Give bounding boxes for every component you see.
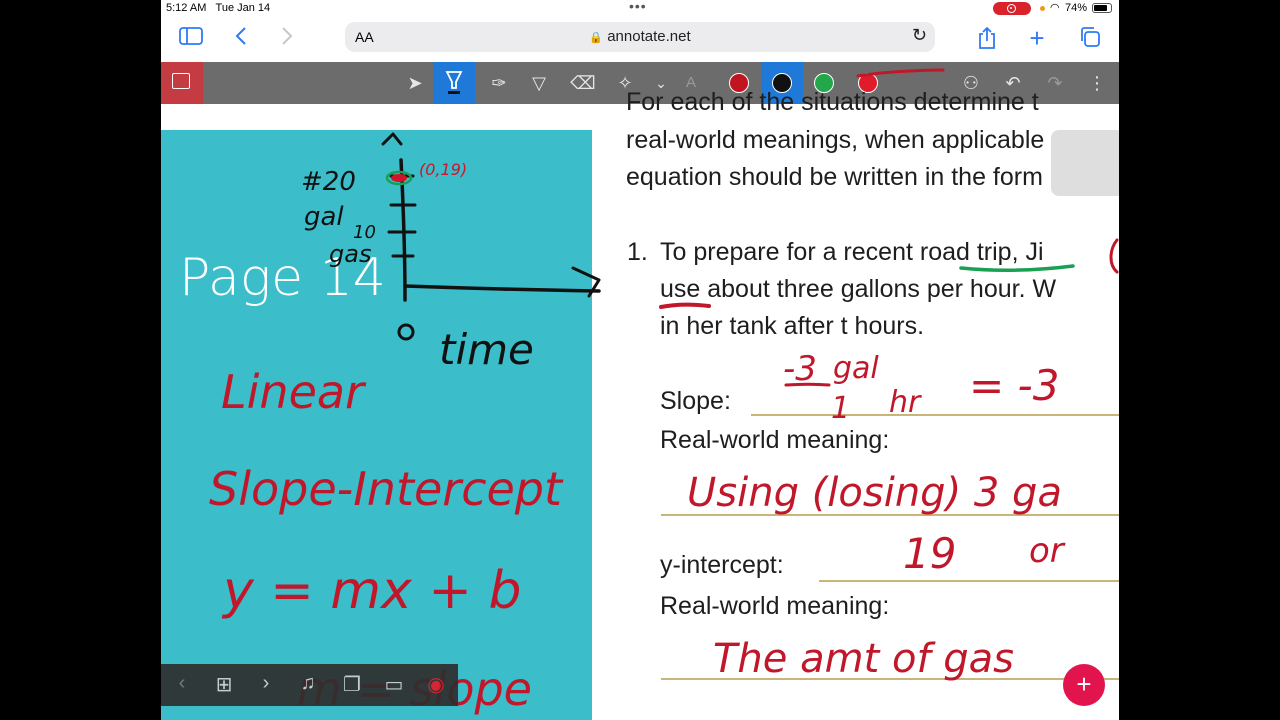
url-display[interactable]: 🔒 annotate.net	[345, 28, 935, 45]
multitask-dots-icon[interactable]: •••	[629, 0, 647, 14]
meaning-label-1: Real-world meaning:	[660, 426, 890, 454]
problem-number: 1.	[627, 238, 648, 266]
slide-panel: Page 14	[161, 130, 592, 720]
battery-percent: 74%	[1065, 2, 1088, 14]
slope-answer-line	[751, 414, 1119, 416]
page-navigation-bar: ‹ ⊞ › ♫ ❐ ▭ ◉	[161, 664, 458, 706]
next-page-icon[interactable]: ›	[251, 672, 281, 695]
intro-line-2: real-world meanings, when applicable	[626, 126, 1045, 154]
new-tab-icon[interactable]: +	[1023, 25, 1051, 51]
tabs-icon[interactable]	[1076, 26, 1104, 54]
meaning-answer-line-2	[661, 678, 1119, 680]
problem-line-1: To prepare for a recent road trip, Ji	[660, 238, 1044, 266]
problem-line-3: in her tank after t hours.	[660, 312, 925, 340]
address-bar[interactable]: AA 🔒 annotate.net ↻	[345, 22, 935, 52]
meaning-1-answer: Using (losing) 3 ga	[687, 470, 1062, 516]
slope-denominator: 1	[831, 391, 850, 426]
wifi-icon: ◠	[1050, 2, 1060, 14]
intro-line-1: For each of the situations determine t	[626, 88, 1039, 116]
browser-bar: AA 🔒 annotate.net ↻ +	[161, 18, 1119, 62]
mic-indicator-icon	[1040, 6, 1045, 11]
slope-units-top: gal	[833, 351, 879, 386]
scroll-handle[interactable]	[1051, 130, 1119, 196]
forward-icon[interactable]	[273, 26, 301, 52]
record-icon[interactable]: ◉	[421, 672, 451, 697]
or-text: or	[1029, 531, 1066, 571]
battery-icon	[1092, 3, 1112, 13]
marker-tool-icon[interactable]: ▽	[521, 62, 557, 104]
meaning-answer-line-1	[661, 514, 1119, 516]
ipad-screen: 5:12 AM Tue Jan 14 ••• ◠ 74% AA 🔒 annota…	[161, 0, 1119, 720]
audio-record-icon[interactable]: ♫	[293, 672, 323, 695]
sidebar-icon[interactable]	[177, 26, 205, 52]
status-date: Tue Jan 14	[215, 2, 271, 14]
share-icon[interactable]	[973, 26, 1001, 56]
slope-label: Slope:	[660, 387, 731, 415]
presentation-icon	[172, 73, 190, 89]
redo-icon[interactable]: ↷	[1037, 62, 1073, 104]
intro-line-3: equation should be written in the form	[626, 163, 1043, 191]
pointer-tool-icon[interactable]: ➤	[397, 62, 433, 104]
y-intercept-label: y-intercept:	[660, 551, 784, 579]
reload-icon[interactable]: ↻	[912, 25, 927, 46]
status-time-date: 5:12 AM Tue Jan 14	[166, 2, 270, 14]
status-time: 5:12 AM	[166, 2, 207, 14]
problem-line-2: use about three gallons per hour. W	[660, 275, 1057, 303]
y-intercept-answer-line	[819, 580, 1119, 582]
eraser-tool-icon[interactable]: ⌫	[565, 62, 601, 104]
page-grid-icon[interactable]: ⊞	[209, 672, 239, 697]
url-text: annotate.net	[607, 28, 691, 45]
slope-result: = -3	[969, 361, 1059, 410]
screen-share-icon[interactable]: ▭	[379, 672, 409, 697]
more-options-icon[interactable]: ⋮	[1079, 62, 1115, 104]
highlighter-tool-icon[interactable]	[433, 62, 475, 104]
status-bar: 5:12 AM Tue Jan 14 ••• ◠ 74%	[161, 0, 1119, 18]
meaning-2-answer: The amt of gas	[713, 636, 1014, 682]
lock-icon: 🔒	[589, 32, 604, 44]
presentation-mode-button[interactable]	[161, 62, 203, 104]
previous-page-icon[interactable]: ‹	[167, 672, 197, 695]
add-page-button[interactable]: +	[1063, 664, 1105, 706]
back-icon[interactable]	[227, 26, 255, 52]
screen-recording-icon[interactable]	[993, 2, 1031, 15]
slide-page-label: Page 14	[179, 248, 386, 308]
pen-tool-icon[interactable]: ✑	[481, 62, 517, 104]
meaning-label-2: Real-world meaning:	[660, 592, 890, 620]
y-intercept-answer: 19	[903, 529, 956, 578]
pages-icon[interactable]: ❐	[337, 672, 367, 697]
slope-numerator: -3	[783, 349, 817, 389]
